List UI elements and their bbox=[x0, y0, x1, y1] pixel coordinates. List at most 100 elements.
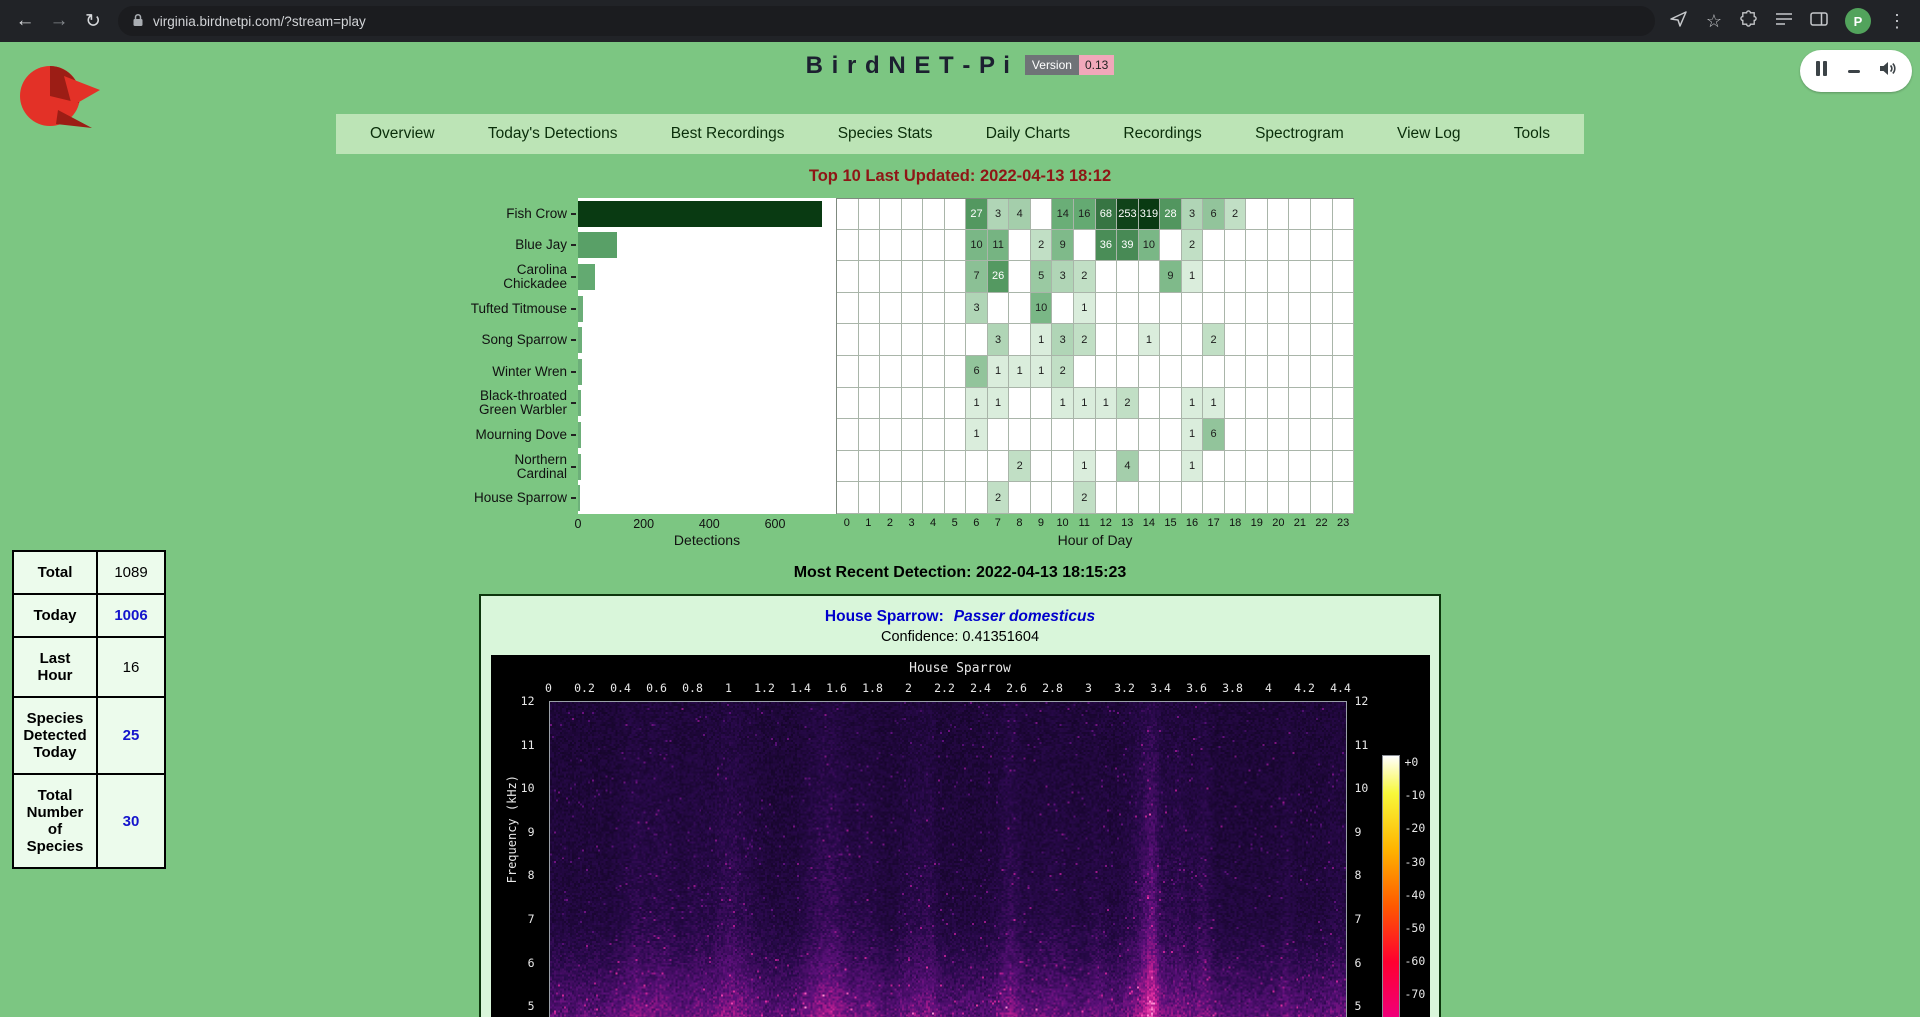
heatmap-cell bbox=[859, 230, 881, 262]
heatmap-cell bbox=[1139, 293, 1161, 325]
nav-item-spectrogram[interactable]: Spectrogram bbox=[1255, 125, 1344, 143]
heatmap-cell bbox=[1268, 451, 1290, 483]
side-panel-icon[interactable] bbox=[1810, 11, 1828, 32]
heatmap-cell bbox=[1333, 261, 1355, 293]
spec-time-tick: 0.4 bbox=[610, 681, 631, 695]
heatmap-cell bbox=[837, 324, 859, 356]
spec-freq-tick: 6 bbox=[1355, 956, 1362, 970]
stat-label: Total bbox=[13, 551, 97, 594]
heatmap-cell bbox=[1009, 261, 1031, 293]
heatmap-cell bbox=[1031, 419, 1053, 451]
nav-item-tools[interactable]: Tools bbox=[1514, 125, 1550, 143]
heatmap-cell bbox=[1139, 482, 1161, 514]
nav-item-view-log[interactable]: View Log bbox=[1397, 125, 1460, 143]
forward-button[interactable]: → bbox=[42, 4, 76, 38]
bar-plot-cell bbox=[578, 324, 836, 356]
heatmap-cell bbox=[1139, 356, 1161, 388]
nav-item-daily-charts[interactable]: Daily Charts bbox=[986, 125, 1070, 143]
heatmap-cell bbox=[945, 482, 967, 514]
heatmap-cell bbox=[1074, 419, 1096, 451]
heatmap-cell bbox=[1160, 388, 1182, 420]
heatmap-cell bbox=[1333, 419, 1355, 451]
nav-item-todays-detections[interactable]: Today's Detections bbox=[488, 125, 618, 143]
menu-kebab-icon[interactable]: ⋮ bbox=[1888, 12, 1906, 30]
heatmap-cell bbox=[1333, 324, 1355, 356]
species-label: Fish Crow bbox=[458, 198, 578, 230]
spec-time-tick: 1.8 bbox=[862, 681, 883, 695]
pause-button[interactable] bbox=[1815, 61, 1828, 81]
heatmap-cell bbox=[1225, 419, 1247, 451]
bar-plot-cell bbox=[578, 356, 836, 388]
detections-bar bbox=[578, 390, 581, 416]
seek-bar[interactable] bbox=[1848, 70, 1860, 73]
stat-value-link[interactable]: 1006 bbox=[97, 594, 165, 637]
detection-scientific-name[interactable]: Passer domesticus bbox=[954, 608, 1095, 625]
heatmap-cell: 3 bbox=[1182, 199, 1204, 230]
spec-time-tick: 0.6 bbox=[646, 681, 667, 695]
spec-freq-tick: 12 bbox=[1355, 694, 1369, 708]
heatmap-cell bbox=[880, 356, 902, 388]
heatmap-cell: 2 bbox=[1117, 388, 1139, 420]
hour-axis-tick: 23 bbox=[1332, 514, 1354, 531]
heatmap-cell bbox=[880, 419, 902, 451]
spec-time-tick: 3.6 bbox=[1186, 681, 1207, 695]
heatmap-row: 61112 bbox=[836, 356, 1354, 388]
url-bar[interactable]: virginia.birdnetpi.com/?stream=play bbox=[118, 6, 1655, 36]
heatmap-cell bbox=[837, 451, 859, 483]
bar-axis: 0200400600 bbox=[578, 514, 836, 531]
hour-axis-tick: 21 bbox=[1289, 514, 1311, 531]
species-label: House Sparrow bbox=[458, 482, 578, 514]
nav-item-overview[interactable]: Overview bbox=[370, 125, 435, 143]
hour-axis-tick: 20 bbox=[1268, 514, 1290, 531]
hour-axis-tick: 13 bbox=[1117, 514, 1139, 531]
hour-axis-tick: 7 bbox=[987, 514, 1009, 531]
spec-time-tick: 1 bbox=[725, 681, 732, 695]
hour-axis-tick: 8 bbox=[1009, 514, 1031, 531]
heatmap-cell: 6 bbox=[1203, 419, 1225, 451]
heatmap-cell bbox=[837, 356, 859, 388]
species-row: Black-throatedGreen Warbler11111211 bbox=[458, 388, 1354, 420]
heatmap-cell bbox=[923, 230, 945, 262]
nav-item-species-stats[interactable]: Species Stats bbox=[838, 125, 933, 143]
detection-confidence: Confidence: 0.41351604 bbox=[481, 629, 1439, 645]
heatmap-cell bbox=[988, 293, 1010, 325]
heatmap-cell bbox=[1160, 356, 1182, 388]
send-icon[interactable] bbox=[1669, 9, 1689, 34]
tab-list-icon[interactable] bbox=[1775, 11, 1793, 32]
heatmap-row: 22 bbox=[836, 482, 1354, 514]
detections-bar bbox=[578, 359, 582, 385]
hour-axis-label: Hour of Day bbox=[836, 532, 1354, 548]
heatmap-cell bbox=[1074, 230, 1096, 262]
back-button[interactable]: ← bbox=[8, 4, 42, 38]
heatmap-cell: 2 bbox=[1031, 230, 1053, 262]
browser-actions: ☆ P ⋮ bbox=[1669, 8, 1912, 34]
colorbar-tick: -20 bbox=[1405, 821, 1426, 835]
heatmap-cell: 1 bbox=[1182, 261, 1204, 293]
heatmap-cell bbox=[1311, 230, 1333, 262]
nav-item-best-recordings[interactable]: Best Recordings bbox=[671, 125, 785, 143]
heatmap-cell bbox=[1246, 356, 1268, 388]
reload-button[interactable]: ↻ bbox=[76, 4, 110, 38]
nav-item-recordings[interactable]: Recordings bbox=[1123, 125, 1201, 143]
stat-value-link[interactable]: 25 bbox=[97, 697, 165, 774]
bookmark-star-icon[interactable]: ☆ bbox=[1706, 12, 1722, 30]
profile-avatar[interactable]: P bbox=[1845, 8, 1871, 34]
spec-freq-tick: 10 bbox=[1355, 781, 1369, 795]
heatmap-cell bbox=[1117, 356, 1139, 388]
heatmap-cell bbox=[1182, 293, 1204, 325]
spec-time-tick: 0.2 bbox=[574, 681, 595, 695]
spec-freq-tick: 6 bbox=[528, 956, 535, 970]
heatmap-cell bbox=[1268, 419, 1290, 451]
heatmap-cell bbox=[923, 199, 945, 230]
heatmap-cell: 10 bbox=[1031, 293, 1053, 325]
extensions-icon[interactable] bbox=[1739, 9, 1758, 33]
hour-axis-tick: 2 bbox=[879, 514, 901, 531]
volume-icon[interactable] bbox=[1879, 61, 1897, 81]
stat-value-link[interactable]: 30 bbox=[97, 774, 165, 868]
detection-common-name[interactable]: House Sparrow: bbox=[825, 608, 944, 625]
heatmap-cell bbox=[859, 199, 881, 230]
heatmap-cell: 2 bbox=[1074, 324, 1096, 356]
heatmap-cell: 1 bbox=[966, 388, 988, 420]
spec-freq-tick: 11 bbox=[1355, 738, 1369, 752]
heatmap-cell bbox=[1311, 419, 1333, 451]
